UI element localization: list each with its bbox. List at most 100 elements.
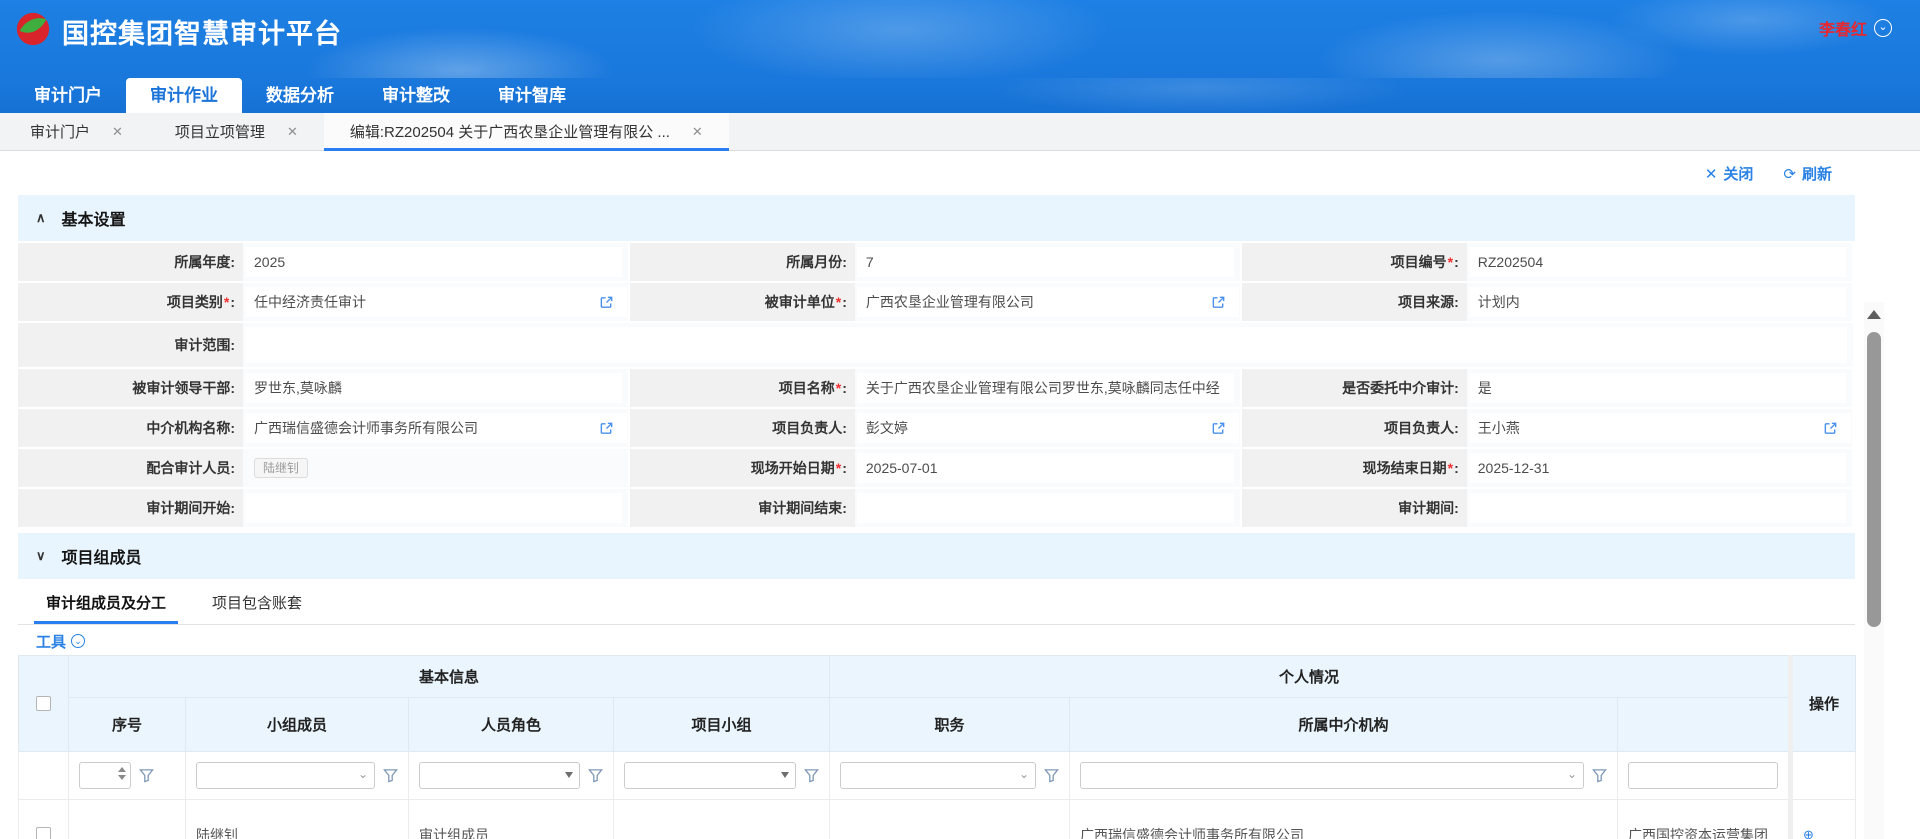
project-type-input[interactable]: 任中经济责任审计 xyxy=(245,287,627,317)
tab-edit-project[interactable]: 编辑:RZ202504 关于广西农垦企业管理有限公 ... ✕ xyxy=(324,113,729,150)
section-project-members[interactable]: ∨ 项目组成员 xyxy=(18,533,1855,579)
user-name[interactable]: 李春红 xyxy=(1819,16,1867,40)
external-link-icon[interactable] xyxy=(599,421,614,436)
tab-project-initiation[interactable]: 项目立项管理 ✕ xyxy=(149,113,324,150)
cell-action: ⊕ xyxy=(1791,800,1856,839)
label-text: 现场结束日期 xyxy=(1363,458,1447,478)
form-row: 被审计领导干部: 罗世东,莫咏麟 项目名称*: 关于广西农垦企业管理有限公司罗世… xyxy=(18,369,1855,407)
nav-item-audit-work[interactable]: 审计作业 xyxy=(126,78,242,113)
label-text: 被审计领导干部 xyxy=(132,378,230,398)
audit-period-end-input[interactable] xyxy=(857,493,1234,523)
field-label: 是否委托中介审计: xyxy=(1242,369,1467,407)
tab-label: 项目立项管理 xyxy=(175,121,265,142)
colon: : xyxy=(842,420,847,436)
tools-button[interactable]: 工具 xyxy=(36,631,66,652)
close-button[interactable]: ✕ 关闭 xyxy=(1705,163,1754,184)
nav-item-audit-knowledge[interactable]: 审计智库 xyxy=(474,78,590,113)
field-end-date: 现场结束日期*: 2025-12-31 xyxy=(1242,449,1852,487)
user-menu[interactable]: 李春红 ⌄ xyxy=(1819,16,1892,40)
external-link-icon[interactable] xyxy=(1823,421,1838,436)
tab-project-ledgers[interactable]: 项目包含账套 xyxy=(196,583,318,624)
column-header-duty: 职务 xyxy=(830,698,1070,752)
column-header-extra xyxy=(1618,698,1791,752)
table-row[interactable]: 陆继钊 审计组成员 广西瑞信盛德会计师事务所有限公司 广西国控资本运营集团 ⊕ xyxy=(19,800,1856,839)
filter-icon[interactable] xyxy=(139,768,154,783)
project-source-input[interactable]: 计划内 xyxy=(1469,287,1846,317)
expand-icon[interactable]: ∨ xyxy=(36,548,46,564)
seq-filter-input[interactable] xyxy=(79,762,131,789)
external-link-icon[interactable] xyxy=(599,295,614,310)
end-date-input[interactable]: 2025-12-31 xyxy=(1469,453,1846,483)
month-input[interactable]: 7 xyxy=(857,247,1234,277)
refresh-label: 刷新 xyxy=(1802,163,1832,184)
project-leader-1-input[interactable]: 彭文婷 xyxy=(857,413,1239,443)
assisting-auditors-input[interactable]: 陆继钊 xyxy=(245,453,622,483)
member-filter-select[interactable]: ⌄ xyxy=(196,762,375,789)
close-icon[interactable]: ✕ xyxy=(692,124,703,140)
field-intermediary-entrusted: 是否委托中介审计: 是 xyxy=(1242,369,1852,407)
section-basic-settings[interactable]: ∧ 基本设置 xyxy=(18,195,1855,241)
collapse-icon[interactable]: ∧ xyxy=(36,210,46,226)
row-checkbox[interactable] xyxy=(36,827,51,839)
audited-unit-input[interactable]: 广西农垦企业管理有限公司 xyxy=(857,287,1239,317)
intermediary-entrusted-input[interactable]: 是 xyxy=(1469,373,1846,403)
column-header-member: 小组成员 xyxy=(186,698,409,752)
agency-filter-select[interactable]: ⌄ xyxy=(1080,762,1584,789)
intermediary-name-input[interactable]: 广西瑞信盛德会计师事务所有限公司 xyxy=(245,413,627,443)
cell-group xyxy=(614,800,830,839)
scroll-up-icon[interactable] xyxy=(1867,310,1881,319)
close-icon[interactable]: ✕ xyxy=(287,124,298,140)
tab-audit-portal[interactable]: 审计门户 ✕ xyxy=(4,113,149,150)
filter-icon[interactable] xyxy=(1044,768,1059,783)
project-leader-2-input[interactable]: 王小燕 xyxy=(1469,413,1851,443)
scrollbar-thumb[interactable] xyxy=(1867,332,1881,627)
audit-period-start-input[interactable] xyxy=(245,493,622,523)
vertical-scrollbar[interactable] xyxy=(1864,302,1884,839)
duty-filter-select[interactable]: ⌄ xyxy=(840,762,1036,789)
extra-filter-input[interactable] xyxy=(1628,762,1778,789)
chevron-down-icon[interactable]: ⌄ xyxy=(1874,19,1892,37)
chevron-down-icon: ⌄ xyxy=(1567,767,1577,781)
close-icon[interactable]: ✕ xyxy=(112,124,123,140)
label-text: 是否委托中介审计 xyxy=(1342,378,1454,398)
role-filter-select[interactable] xyxy=(419,762,580,789)
filter-cell-agency: ⌄ xyxy=(1070,752,1618,800)
start-date-input[interactable]: 2025-07-01 xyxy=(857,453,1234,483)
field-audited-leaders: 被审计领导干部: 罗世东,莫咏麟 xyxy=(18,369,628,407)
label-text: 配合审计人员 xyxy=(146,458,230,478)
project-no-input[interactable]: RZ202504 xyxy=(1469,247,1846,277)
row-action-icon[interactable]: ⊕ xyxy=(1803,827,1814,839)
filter-icon[interactable] xyxy=(383,768,398,783)
year-input[interactable]: 2025 xyxy=(245,247,622,277)
nav-item-data-analysis[interactable]: 数据分析 xyxy=(242,78,358,113)
primary-nav: 审计门户 审计作业 数据分析 审计整改 审计智库 xyxy=(0,78,1920,113)
refresh-button[interactable]: ⟳ 刷新 xyxy=(1783,163,1832,184)
nav-item-audit-portal[interactable]: 审计门户 xyxy=(10,78,126,113)
field-label: 审计期间结束: xyxy=(630,489,855,527)
field-project-leader-2: 项目负责人: 王小燕 xyxy=(1242,409,1852,447)
chevron-down-icon[interactable]: ⌄ xyxy=(71,634,85,648)
external-link-icon[interactable] xyxy=(1211,295,1226,310)
group-filter-select[interactable] xyxy=(624,762,796,789)
dropdown-arrow-icon xyxy=(781,772,789,778)
audited-leaders-input[interactable]: 罗世东,莫咏麟 xyxy=(245,373,622,403)
label-text: 项目负责人 xyxy=(772,418,842,438)
external-link-icon[interactable] xyxy=(1211,421,1226,436)
select-all-checkbox[interactable] xyxy=(36,696,51,711)
audit-period-input[interactable] xyxy=(1469,493,1846,523)
number-spinner[interactable] xyxy=(118,767,126,780)
project-name-input[interactable]: 关于广西农垦企业管理有限公司罗世东,莫咏麟同志任中经 xyxy=(857,373,1234,403)
close-icon: ✕ xyxy=(1705,165,1718,183)
column-header-role: 人员角色 xyxy=(409,698,614,752)
audit-scope-input[interactable] xyxy=(245,327,1847,363)
filter-icon[interactable] xyxy=(804,768,819,783)
colon: : xyxy=(842,254,847,270)
tab-members-division[interactable]: 审计组成员及分工 xyxy=(30,583,182,624)
filter-icon[interactable] xyxy=(588,768,603,783)
filter-cell-empty xyxy=(19,752,69,800)
close-label: 关闭 xyxy=(1723,163,1753,184)
filter-icon[interactable] xyxy=(1592,768,1607,783)
label-text: 被审计单位 xyxy=(765,292,835,312)
nav-item-audit-rectify[interactable]: 审计整改 xyxy=(358,78,474,113)
required-star: * xyxy=(836,460,841,476)
